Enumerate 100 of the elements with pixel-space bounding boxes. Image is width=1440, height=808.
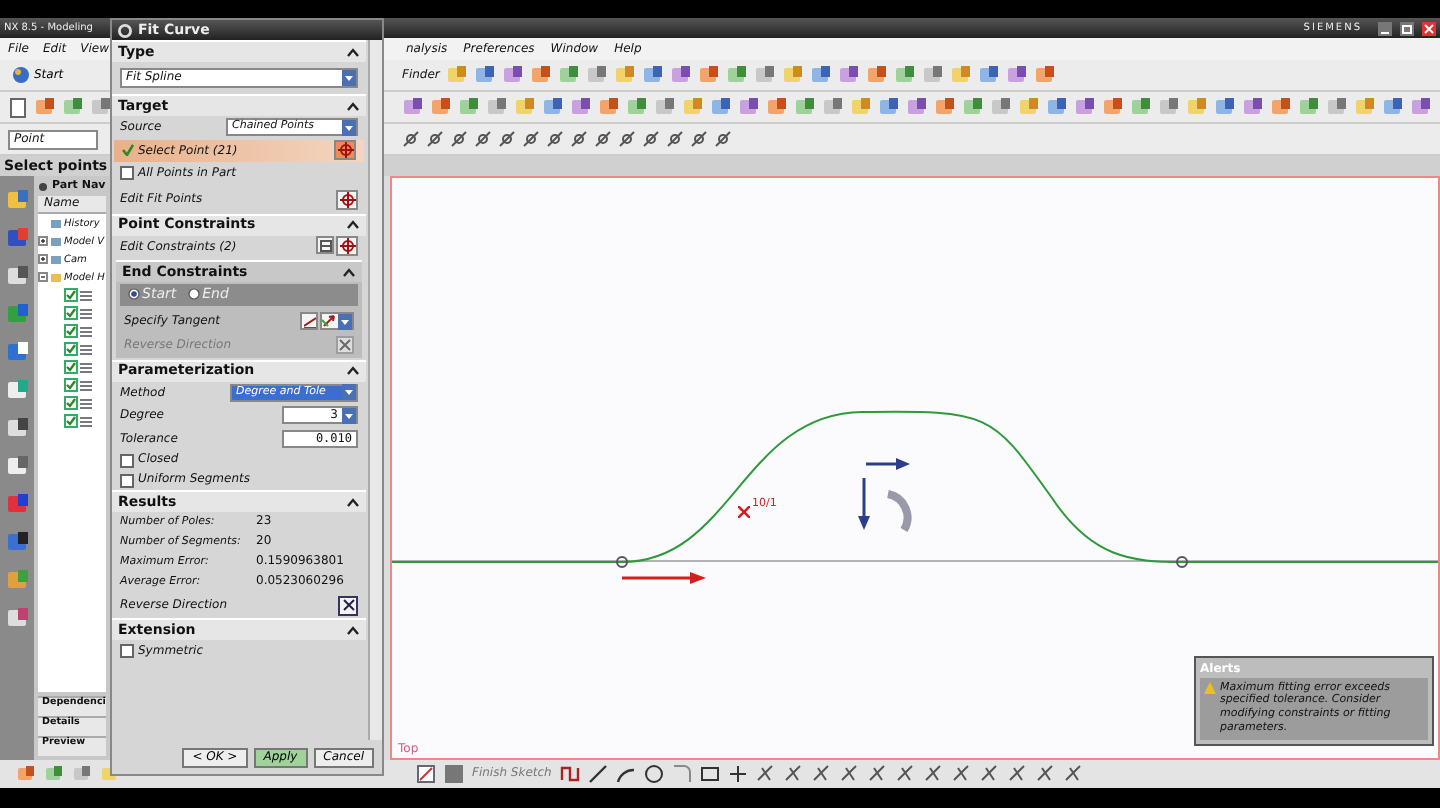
- reverse-direction-button[interactable]: [338, 595, 358, 615]
- tool-icon[interactable]: [501, 64, 524, 86]
- block-icon[interactable]: [1214, 96, 1236, 118]
- block-icon[interactable]: [977, 64, 1000, 86]
- solid-icon[interactable]: [1270, 96, 1292, 118]
- checkbox[interactable]: [64, 324, 78, 338]
- tool-icon[interactable]: [570, 96, 592, 118]
- snap-icon[interactable]: [642, 130, 660, 148]
- sheet-icon[interactable]: [557, 64, 580, 86]
- sheet-icon[interactable]: [62, 96, 84, 118]
- collapse-icon[interactable]: [346, 47, 360, 57]
- tool-icon[interactable]: [1005, 64, 1028, 86]
- shape-icon[interactable]: [654, 96, 676, 118]
- constraint-icon[interactable]: [839, 764, 860, 784]
- shape-icon[interactable]: [753, 64, 776, 86]
- sheet-icon[interactable]: [44, 764, 64, 784]
- vector-button[interactable]: [320, 312, 354, 330]
- tool-icon[interactable]: [837, 64, 860, 86]
- expand-icon[interactable]: [38, 254, 48, 264]
- navigator-tab-icon[interactable]: [5, 454, 29, 478]
- close-icon[interactable]: [1422, 21, 1436, 35]
- sheet-icon[interactable]: [893, 64, 916, 86]
- shape-icon[interactable]: [822, 96, 844, 118]
- snap-icon[interactable]: [618, 130, 636, 148]
- snap-icon[interactable]: [474, 130, 492, 148]
- block-icon[interactable]: [1382, 96, 1404, 118]
- navigator-tab-icon[interactable]: [5, 606, 29, 630]
- sheet-icon[interactable]: [962, 96, 984, 118]
- solid-icon[interactable]: [1033, 64, 1056, 86]
- tool-icon[interactable]: [738, 96, 760, 118]
- constraint-icon[interactable]: [867, 764, 888, 784]
- rectangle-icon[interactable]: [699, 764, 720, 784]
- block-icon[interactable]: [641, 64, 664, 86]
- solid-icon[interactable]: [34, 96, 56, 118]
- line-icon[interactable]: [587, 764, 608, 784]
- constraint-icon[interactable]: [783, 764, 804, 784]
- constraint-icon[interactable]: [1035, 764, 1056, 784]
- sheet-icon[interactable]: [1298, 96, 1320, 118]
- collapse-icon[interactable]: [346, 366, 360, 376]
- point-picker-button[interactable]: [336, 189, 358, 209]
- solid-icon[interactable]: [865, 64, 888, 86]
- tool-icon[interactable]: [1074, 96, 1096, 118]
- constraint-icon[interactable]: [755, 764, 776, 784]
- sheet-icon[interactable]: [1130, 96, 1152, 118]
- shape-icon[interactable]: [1158, 96, 1180, 118]
- sheet-icon[interactable]: [725, 64, 748, 86]
- snap-icon[interactable]: [594, 130, 612, 148]
- shape-icon[interactable]: [585, 64, 608, 86]
- shape-icon[interactable]: [1326, 96, 1348, 118]
- sketch-icon[interactable]: [416, 764, 436, 784]
- point-picker-button[interactable]: [336, 236, 358, 257]
- checkbox[interactable]: [64, 396, 78, 410]
- tool-icon[interactable]: [906, 96, 928, 118]
- snap-icon[interactable]: [450, 130, 468, 148]
- snap-icon[interactable]: [666, 130, 684, 148]
- new-file-icon[interactable]: [8, 97, 28, 117]
- tangent-button[interactable]: [300, 312, 318, 330]
- block-icon[interactable]: [542, 96, 564, 118]
- dropdown-arrow-icon[interactable]: [342, 119, 356, 136]
- tool-icon[interactable]: [402, 96, 424, 118]
- collapse-icon[interactable]: [346, 497, 360, 507]
- constraint-icon[interactable]: [923, 764, 944, 784]
- snap-icon[interactable]: [690, 130, 708, 148]
- dropdown-arrow-icon[interactable]: [342, 70, 356, 86]
- dropdown-arrow-icon[interactable]: [342, 384, 356, 401]
- snap-icon[interactable]: [402, 130, 420, 148]
- checkbox[interactable]: [64, 378, 78, 392]
- collapse-icon[interactable]: [346, 625, 360, 635]
- shape-icon[interactable]: [90, 96, 110, 118]
- block-icon[interactable]: [809, 64, 832, 86]
- checkbox[interactable]: [64, 414, 78, 428]
- tool-icon[interactable]: [669, 64, 692, 86]
- shape-icon[interactable]: [990, 96, 1012, 118]
- constraint-icon[interactable]: [1063, 764, 1084, 784]
- solid-icon[interactable]: [430, 96, 452, 118]
- shape-icon[interactable]: [486, 96, 508, 118]
- profile-icon[interactable]: [559, 764, 580, 784]
- block-icon[interactable]: [1046, 96, 1068, 118]
- solid-icon[interactable]: [1102, 96, 1124, 118]
- point-icon[interactable]: [727, 764, 748, 784]
- navigator-tab-icon[interactable]: [5, 340, 29, 364]
- minimize-icon[interactable]: [1378, 21, 1392, 35]
- sheet-icon[interactable]: [794, 96, 816, 118]
- sheet-icon[interactable]: [458, 96, 480, 118]
- solid-icon[interactable]: [598, 96, 620, 118]
- collapse-icon[interactable]: [346, 220, 360, 230]
- snap-icon[interactable]: [570, 130, 588, 148]
- constraint-icon[interactable]: [951, 764, 972, 784]
- fillet-icon[interactable]: [671, 764, 692, 784]
- shape-icon[interactable]: [72, 764, 92, 784]
- circle-icon[interactable]: [643, 764, 664, 784]
- checkbox[interactable]: [64, 360, 78, 374]
- checkbox[interactable]: [64, 306, 78, 320]
- navigator-tab-icon[interactable]: [5, 416, 29, 440]
- constraint-icon[interactable]: [895, 764, 916, 784]
- collapse-icon[interactable]: [342, 267, 356, 277]
- checkbox[interactable]: [64, 288, 78, 302]
- point-picker-button[interactable]: [334, 140, 356, 161]
- snap-icon[interactable]: [714, 130, 732, 148]
- pin-icon[interactable]: [38, 181, 48, 191]
